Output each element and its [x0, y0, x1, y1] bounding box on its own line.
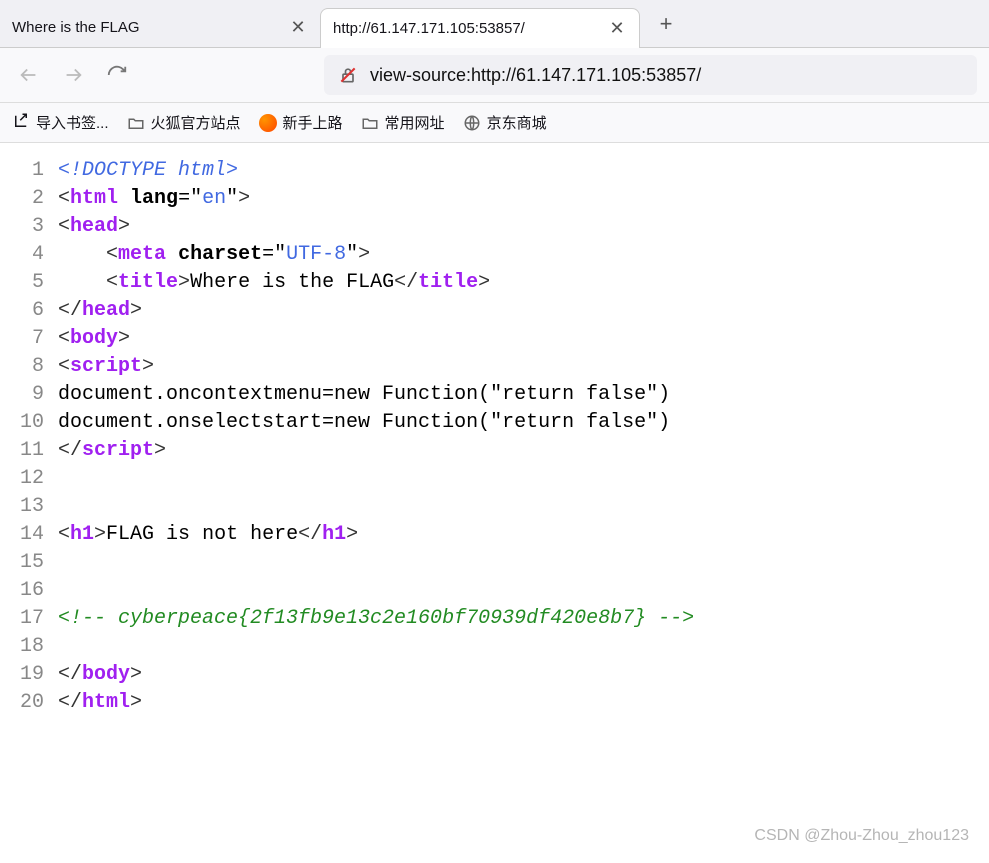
tab-title: Where is the FLAG	[12, 19, 288, 36]
line-number: 13	[10, 493, 58, 521]
line-number: 6	[10, 297, 58, 325]
line-content[interactable]: document.onselectstart=new Function("ret…	[58, 409, 979, 437]
line-content[interactable]: <body>	[58, 325, 979, 353]
line-number: 11	[10, 437, 58, 465]
source-line: 17<!-- cyberpeace{2f13fb9e13c2e160bf7093…	[10, 605, 979, 633]
tab-active[interactable]: http://61.147.171.105:53857/ ✕	[320, 8, 640, 48]
line-content[interactable]: </head>	[58, 297, 979, 325]
source-line: 4 <meta charset="UTF-8">	[10, 241, 979, 269]
nav-bar: view-source:http://61.147.171.105:53857/	[0, 48, 989, 103]
source-line: 18	[10, 633, 979, 661]
line-content[interactable]: <meta charset="UTF-8">	[58, 241, 979, 269]
line-number: 18	[10, 633, 58, 661]
source-line: 8<script>	[10, 353, 979, 381]
tab-title: http://61.147.171.105:53857/	[333, 20, 607, 37]
line-number: 15	[10, 549, 58, 577]
line-content[interactable]: <!-- cyberpeace{2f13fb9e13c2e160bf70939d…	[58, 605, 979, 633]
source-line: 12	[10, 465, 979, 493]
line-content[interactable]	[58, 465, 979, 493]
line-content[interactable]	[58, 577, 979, 605]
line-content[interactable]: <script>	[58, 353, 979, 381]
forward-button[interactable]	[56, 58, 90, 92]
firefox-icon	[259, 114, 277, 132]
bookmark-label: 常用网址	[385, 112, 445, 133]
line-content[interactable]: document.oncontextmenu=new Function("ret…	[58, 381, 979, 409]
source-line: 14<h1>FLAG is not here</h1>	[10, 521, 979, 549]
bookmark-label: 火狐官方站点	[151, 112, 241, 133]
source-line: 9document.oncontextmenu=new Function("re…	[10, 381, 979, 409]
line-number: 2	[10, 185, 58, 213]
line-content[interactable]: <html lang="en">	[58, 185, 979, 213]
source-line: 3<head>	[10, 213, 979, 241]
source-line: 1<!DOCTYPE html>	[10, 157, 979, 185]
bookmark-getting-started[interactable]: 新手上路	[259, 112, 343, 133]
folder-icon	[361, 114, 379, 132]
line-number: 19	[10, 661, 58, 689]
bookmark-jd[interactable]: 京东商城	[463, 112, 547, 133]
line-content[interactable]	[58, 549, 979, 577]
source-view: 1<!DOCTYPE html>2<html lang="en">3<head>…	[0, 143, 989, 727]
line-content[interactable]: </script>	[58, 437, 979, 465]
new-tab-button[interactable]: +	[648, 6, 684, 42]
line-number: 4	[10, 241, 58, 269]
source-line: 15	[10, 549, 979, 577]
source-line: 19</body>	[10, 661, 979, 689]
source-line: 2<html lang="en">	[10, 185, 979, 213]
source-line: 6</head>	[10, 297, 979, 325]
line-number: 20	[10, 689, 58, 717]
bookmark-label: 导入书签...	[36, 112, 109, 133]
line-number: 7	[10, 325, 58, 353]
source-line: 5 <title>Where is the FLAG</title>	[10, 269, 979, 297]
line-number: 3	[10, 213, 58, 241]
folder-icon	[127, 114, 145, 132]
line-content[interactable]: <h1>FLAG is not here</h1>	[58, 521, 979, 549]
source-line: 7<body>	[10, 325, 979, 353]
line-number: 1	[10, 157, 58, 185]
line-number: 12	[10, 465, 58, 493]
source-line: 13	[10, 493, 979, 521]
line-content[interactable]: <head>	[58, 213, 979, 241]
close-icon[interactable]: ✕	[607, 18, 627, 38]
line-number: 14	[10, 521, 58, 549]
line-number: 5	[10, 269, 58, 297]
import-icon	[12, 112, 30, 134]
url-text: view-source:http://61.147.171.105:53857/	[370, 65, 701, 86]
line-number: 17	[10, 605, 58, 633]
source-line: 20</html>	[10, 689, 979, 717]
line-content[interactable]: </body>	[58, 661, 979, 689]
line-content[interactable]	[58, 633, 979, 661]
line-content[interactable]: </html>	[58, 689, 979, 717]
source-line: 11</script>	[10, 437, 979, 465]
source-line: 10document.onselectstart=new Function("r…	[10, 409, 979, 437]
close-icon[interactable]: ✕	[288, 18, 308, 38]
bookmark-label: 新手上路	[283, 112, 343, 133]
reload-button[interactable]	[100, 58, 134, 92]
bookmark-label: 京东商城	[487, 112, 547, 133]
tab-bar: Where is the FLAG ✕ http://61.147.171.10…	[0, 0, 989, 48]
line-number: 9	[10, 381, 58, 409]
back-button[interactable]	[12, 58, 46, 92]
globe-icon	[463, 114, 481, 132]
bookmarks-bar: 导入书签... 火狐官方站点 新手上路 常用网址 京东商城	[0, 103, 989, 143]
insecure-lock-icon	[338, 65, 358, 85]
bookmark-folder-firefox-site[interactable]: 火狐官方站点	[127, 112, 241, 133]
watermark: CSDN @Zhou-Zhou_zhou123	[754, 827, 969, 845]
bookmark-import[interactable]: 导入书签...	[12, 112, 109, 134]
line-number: 8	[10, 353, 58, 381]
bookmark-folder-common[interactable]: 常用网址	[361, 112, 445, 133]
line-content[interactable]: <title>Where is the FLAG</title>	[58, 269, 979, 297]
line-content[interactable]	[58, 493, 979, 521]
line-content[interactable]: <!DOCTYPE html>	[58, 157, 979, 185]
source-line: 16	[10, 577, 979, 605]
address-bar[interactable]: view-source:http://61.147.171.105:53857/	[324, 55, 977, 95]
tab-inactive[interactable]: Where is the FLAG ✕	[0, 8, 320, 48]
line-number: 16	[10, 577, 58, 605]
line-number: 10	[10, 409, 58, 437]
